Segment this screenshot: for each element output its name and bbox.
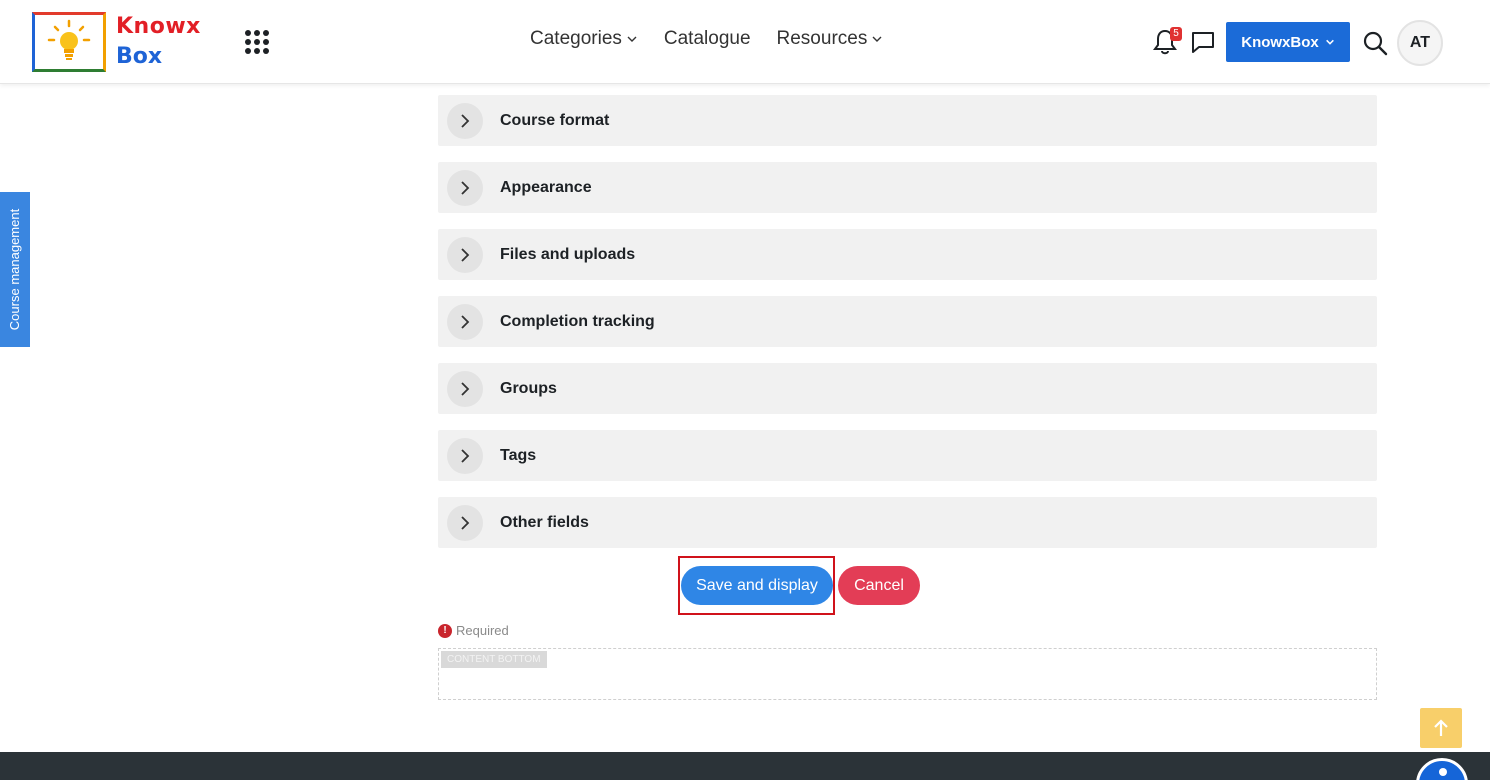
section-other-fields[interactable]: Other fields [438, 497, 1377, 548]
scroll-to-top-button[interactable] [1420, 708, 1462, 748]
course-management-label: Course management [7, 208, 23, 331]
section-label: Appearance [500, 178, 592, 196]
primary-nav: Categories Catalogue Resources [530, 28, 883, 50]
logo-frame [32, 12, 106, 72]
nav-item-label: Resources [776, 28, 868, 49]
site-logo[interactable]: Knowx Box [32, 10, 208, 76]
section-completion-tracking[interactable]: Completion tracking [438, 296, 1377, 347]
chevron-down-icon [872, 36, 882, 42]
chevron-down-icon [627, 36, 637, 42]
course-management-tab[interactable]: Course management [0, 192, 30, 347]
required-label: Required [456, 623, 509, 638]
section-label: Other fields [500, 513, 589, 531]
site-menu-label: KnowxBox [1241, 33, 1319, 51]
logo-word-knowx: Knowx [116, 14, 201, 39]
arrow-up-icon [1434, 719, 1448, 736]
section-course-format[interactable]: Course format [438, 95, 1377, 146]
chevron-right-icon [447, 169, 483, 206]
apps-grid-icon[interactable] [245, 30, 269, 54]
notification-count-badge: 5 [1170, 27, 1182, 41]
nav-item-categories[interactable]: Categories [530, 28, 638, 50]
site-header: Knowx Box Categories Catalogue Resources… [0, 0, 1490, 84]
section-groups[interactable]: Groups [438, 363, 1377, 414]
lightbulb-icon [47, 19, 91, 60]
nav-item-label: Categories [530, 28, 622, 49]
chevron-right-icon [447, 504, 483, 541]
required-icon: ! [438, 623, 452, 638]
section-label: Completion tracking [500, 312, 655, 330]
required-note: ! Required [438, 623, 509, 638]
chevron-right-icon [447, 102, 483, 139]
nav-item-label: Catalogue [663, 28, 751, 49]
section-label: Groups [500, 379, 557, 397]
cancel-button[interactable]: Cancel [838, 566, 920, 605]
logo-word-box: Box [116, 44, 163, 69]
chevron-right-icon [447, 437, 483, 474]
section-tags[interactable]: Tags [438, 430, 1377, 481]
nav-item-catalogue[interactable]: Catalogue [664, 28, 751, 50]
chat-icon[interactable] [1190, 29, 1216, 55]
chevron-right-icon [447, 303, 483, 340]
section-label: Files and uploads [500, 245, 636, 263]
chevron-right-icon [447, 370, 483, 407]
section-appearance[interactable]: Appearance [438, 162, 1377, 213]
save-and-display-button[interactable]: Save and display [681, 566, 833, 605]
site-footer [0, 752, 1490, 780]
content-bottom-label: CONTENT BOTTOM [441, 651, 547, 668]
section-label: Tags [500, 446, 537, 464]
site-menu-button[interactable]: KnowxBox [1226, 22, 1350, 62]
search-icon[interactable] [1362, 30, 1388, 56]
section-label: Course format [500, 111, 610, 129]
nav-item-resources[interactable]: Resources [777, 28, 884, 50]
section-files-and-uploads[interactable]: Files and uploads [438, 229, 1377, 280]
avatar-initials: AT [1409, 34, 1431, 51]
user-avatar[interactable]: AT [1397, 20, 1443, 66]
content-bottom-region: CONTENT BOTTOM [438, 648, 1377, 700]
chevron-right-icon [447, 236, 483, 273]
chevron-down-icon [1325, 39, 1334, 45]
